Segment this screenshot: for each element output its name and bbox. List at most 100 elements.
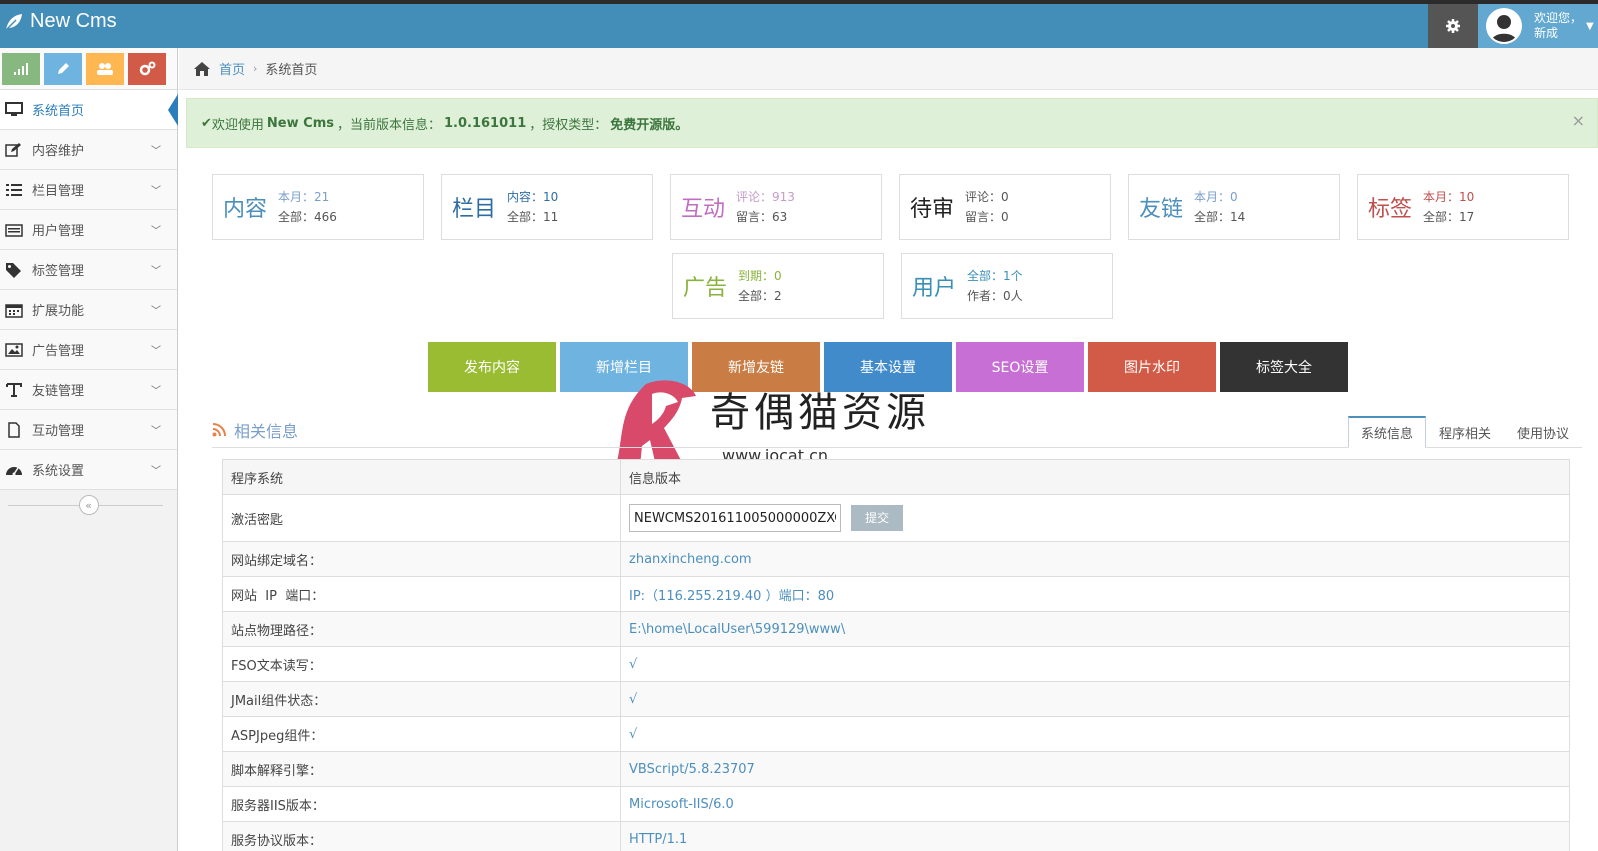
breadcrumb-home-link[interactable]: 首页: [219, 59, 245, 78]
row-key: 服务协议版本：: [222, 821, 621, 851]
sidebar-item-label: 用户管理: [32, 224, 85, 239]
stat-title: 标签: [1368, 197, 1413, 222]
stat-tags[interactable]: 标签 本月：10 全部：17: [1357, 174, 1569, 240]
row-key: ASPJpeg组件：: [222, 716, 621, 752]
row-key: 站点物理路径：: [222, 611, 621, 647]
stat-line2: 作者：0人: [967, 289, 1023, 303]
sidebar-item-system[interactable]: 系统设置 ﹀: [0, 450, 177, 490]
tab-system-info[interactable]: 系统信息: [1347, 416, 1426, 448]
stat-line2: 全部：2: [738, 289, 782, 303]
table-row: 站点物理路径： E:\home\LocalUser\599129\www\: [222, 611, 1570, 647]
stat-content[interactable]: 内容 本月：21 全部：466: [212, 174, 424, 240]
stat-line2: 全部：11: [507, 210, 559, 224]
stat-line1: 评论：0: [965, 190, 1009, 204]
stat-line2: 全部：466: [278, 210, 337, 224]
user-menu[interactable]: 欢迎您， 新成 ▼: [1478, 4, 1598, 48]
alert-version-label: ，当前版本信息：: [336, 117, 441, 133]
stat-title: 友链: [1139, 197, 1184, 222]
table-row: 脚本解释引擎： VBScript/5.8.23707: [222, 751, 1570, 787]
sidebar-item-label: 栏目管理: [32, 184, 85, 199]
shortcut-users-button[interactable]: [86, 52, 124, 85]
stat-line1: 内容：10: [507, 190, 559, 204]
tab-program[interactable]: 程序相关: [1426, 416, 1504, 448]
table-row: 激活密匙 提交: [222, 494, 1570, 542]
sidebar-item-tags[interactable]: 标签管理 ﹀: [0, 250, 177, 290]
sidebar-item-users[interactable]: 用户管理 ﹀: [0, 210, 177, 250]
sidebar-item-label: 互动管理: [32, 424, 85, 439]
stat-links[interactable]: 友链 本月：0 全部：14: [1128, 174, 1340, 240]
row-key: 服务器IIS版本：: [222, 786, 621, 822]
sidebar-item-links[interactable]: 友链管理 ﹀: [0, 370, 177, 410]
pencil-icon: [58, 62, 69, 74]
sidebar-item-label: 系统首页: [32, 104, 85, 119]
stat-interaction[interactable]: 互动 评论：913 留言：63: [670, 174, 882, 240]
tab-license[interactable]: 使用协议: [1504, 416, 1582, 448]
shortcut-stats-button[interactable]: [2, 52, 40, 85]
row-key: FSO文本读写：: [222, 646, 621, 682]
sidebar-item-interaction[interactable]: 互动管理 ﹀: [0, 410, 177, 450]
chevron-down-icon: ﹀: [151, 386, 161, 397]
file-icon: [4, 421, 24, 439]
settings-button[interactable]: [1428, 4, 1478, 48]
stat-ads[interactable]: 广告 到期：0 全部：2: [672, 253, 884, 319]
stat-line1: 全部：1个: [967, 269, 1023, 283]
table-row: 服务器IIS版本： Microsoft-IIS/6.0: [222, 786, 1570, 822]
sidebar-item-label: 标签管理: [32, 264, 85, 279]
shortcut-edit-button[interactable]: [44, 52, 82, 85]
users-icon: [97, 62, 113, 75]
activation-key-label: 激活密匙: [222, 494, 621, 542]
row-value: √: [620, 646, 1570, 682]
close-icon[interactable]: ×: [1572, 111, 1585, 130]
stat-line2: 全部：14: [1194, 210, 1246, 224]
sidebar-item-home[interactable]: 系统首页: [0, 90, 178, 130]
picture-icon: [4, 341, 24, 359]
info-section-title: 相关信息: [234, 421, 299, 441]
row-value: zhanxincheng.com: [620, 541, 1570, 577]
cogs-icon: [139, 61, 156, 75]
publish-content-button[interactable]: 发布内容: [428, 342, 556, 392]
row-value: √: [620, 716, 1570, 752]
stat-line1: 本月：10: [1423, 190, 1475, 204]
check-icon: ✔: [201, 115, 212, 131]
collapse-sidebar-button[interactable]: «: [78, 495, 99, 515]
sidebar-item-category[interactable]: 栏目管理 ﹀: [0, 170, 177, 210]
user-name: 新成: [1534, 26, 1559, 40]
sidebar-collapse-row: «: [0, 490, 177, 520]
top-navbar: New Cms 欢迎您， 新成 ▼: [0, 0, 1598, 48]
leaf-icon: [5, 13, 22, 31]
tag-list-button[interactable]: 标签大全: [1220, 342, 1348, 392]
table-row: 网站 IP 端口： IP:（116.255.219.40 ）端口：80: [222, 576, 1570, 612]
stat-pending[interactable]: 待审 评论：0 留言：0: [899, 174, 1111, 240]
shortcut-settings-button[interactable]: [128, 52, 166, 85]
brand[interactable]: New Cms: [4, 10, 117, 33]
desktop-icon: [4, 101, 24, 119]
chevron-right-icon: ›: [253, 62, 258, 75]
table-header-cell: 信息版本: [620, 459, 1570, 495]
user-greeting: 欢迎您，: [1534, 11, 1583, 25]
row-key: 网站绑定域名：: [222, 541, 621, 577]
sidebar-item-ads[interactable]: 广告管理 ﹀: [0, 330, 177, 370]
tag-icon: [4, 261, 24, 279]
table-row: ASPJpeg组件： √: [222, 716, 1570, 752]
user-info: 欢迎您， 新成: [1534, 11, 1582, 41]
sidebar-item-extensions[interactable]: 扩展功能 ﹀: [0, 290, 177, 330]
stat-line2: 留言：63: [736, 210, 788, 224]
row-value: HTTP/1.1: [620, 821, 1570, 851]
chevron-down-icon: ﹀: [151, 226, 161, 237]
sidebar-item-label: 系统设置: [32, 464, 85, 479]
stat-category[interactable]: 栏目 内容：10 全部：11: [441, 174, 653, 240]
brand-name: New Cms: [30, 10, 117, 32]
stat-users[interactable]: 用户 全部：1个 作者：0人: [901, 253, 1113, 319]
stat-line2: 留言：0: [965, 210, 1009, 224]
submit-key-button[interactable]: 提交: [851, 505, 904, 531]
table-row: JMail组件状态： √: [222, 681, 1570, 717]
sidebar-item-content[interactable]: 内容维护 ﹀: [0, 130, 177, 170]
table-row: FSO文本读写： √: [222, 646, 1570, 682]
info-section-header: 相关信息 系统信息 程序相关 使用协议: [212, 412, 1582, 448]
shortcut-bar: [0, 48, 177, 90]
image-watermark-button[interactable]: 图片水印: [1088, 342, 1216, 392]
activation-key-input[interactable]: [629, 504, 841, 532]
alert-license-label: ，授权类型：: [529, 117, 608, 133]
row-key: JMail组件状态：: [222, 681, 621, 717]
stat-title: 内容: [223, 197, 268, 222]
